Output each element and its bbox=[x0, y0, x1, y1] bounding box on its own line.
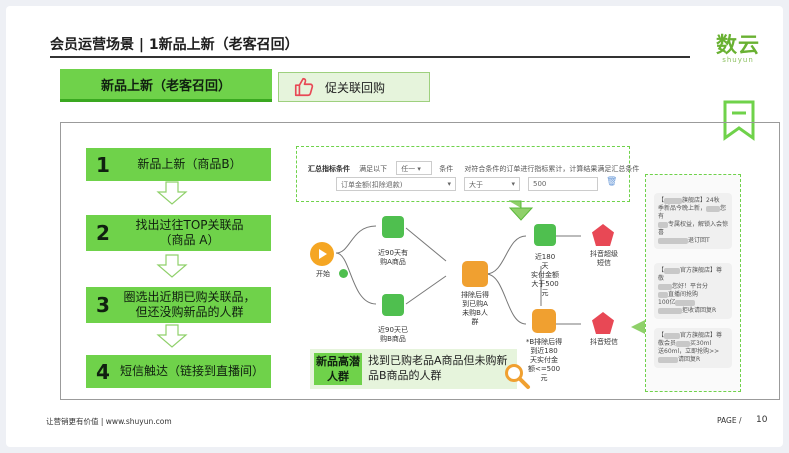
exclude-node-icon[interactable] bbox=[462, 261, 488, 287]
step-2: 2 找出过往TOP关联品 （商品 A） bbox=[86, 215, 271, 251]
value-input[interactable]: 500 bbox=[528, 177, 598, 191]
step-number: 4 bbox=[96, 359, 110, 384]
sms-message-1: 【旗舰店】24秋 季新品今晚上新， 您有 专属权益，解锁入会惊喜 退订回T bbox=[654, 193, 732, 249]
target-label: 新品高潜人群 bbox=[314, 353, 362, 385]
node-mid-label: 排除后得 到已购A 未购B人群 bbox=[461, 291, 489, 326]
play-icon bbox=[310, 242, 334, 266]
down-arrow-icon bbox=[156, 324, 188, 348]
tab-sub: 促关联回购 bbox=[278, 72, 430, 102]
condition-row: 汇总指标条件 满足以下 任一 ▾ 条件 对符合条件的订单进行指标累计，计算结果满… bbox=[308, 156, 639, 175]
field-select[interactable]: 订单金额(扣除退款) ▾ bbox=[336, 177, 456, 191]
tab-underline bbox=[60, 99, 272, 102]
step-number: 1 bbox=[96, 152, 110, 177]
title-underline bbox=[50, 56, 690, 58]
check-icon bbox=[339, 269, 348, 278]
condition-unit: 条件 bbox=[439, 165, 454, 173]
step-label: 新品上新（商品B） bbox=[137, 157, 242, 171]
start-label: 开始 bbox=[316, 270, 330, 278]
operator-select[interactable]: 大于 ▾ bbox=[464, 177, 520, 191]
filter-row: 订单金额(扣除退款) ▾ 大于 ▾ 500 🗑 bbox=[336, 177, 617, 191]
down-arrow-icon bbox=[156, 254, 188, 278]
logo-subtext: shuyun bbox=[722, 56, 754, 64]
node-a-label: 近90天有 购A商品 bbox=[378, 249, 408, 266]
step-label: 短信触达（链接到直播间） bbox=[120, 364, 265, 378]
footer-tagline: 让营销更有价值 | www.shuyun.com bbox=[46, 417, 172, 426]
node-b-icon[interactable] bbox=[382, 294, 404, 316]
condition-desc: 对符合条件的订单进行指标累计，计算结果满足汇总条件 bbox=[464, 165, 640, 173]
condition-label: 汇总指标条件 bbox=[308, 165, 350, 173]
condition-any-select[interactable]: 任一 ▾ bbox=[396, 161, 433, 175]
delete-icon[interactable]: 🗑 bbox=[606, 177, 617, 191]
step-label: 找出过往TOP关联品 （商品 A） bbox=[135, 218, 244, 247]
footer-page-label: PAGE / bbox=[717, 416, 742, 425]
step-4: 4 短信触达（链接到直播间） bbox=[86, 355, 271, 388]
node-c-icon[interactable] bbox=[534, 224, 556, 246]
logo-text: 数云 bbox=[716, 33, 760, 57]
logo: 数云 shuyun bbox=[708, 34, 768, 64]
sms-preview-panel: 【旗舰店】24秋 季新品今晚上新， 您有 专属权益，解锁入会惊喜 退订回T 【官方… bbox=[645, 174, 741, 392]
step-number: 2 bbox=[96, 221, 110, 245]
down-arrow-icon bbox=[156, 181, 188, 205]
step-label: 圈选出近期已购关联品， 但还没购新品的人群 bbox=[123, 290, 256, 319]
node-a-icon[interactable] bbox=[382, 216, 404, 238]
condition-mode: 满足以下 bbox=[359, 165, 388, 173]
footer-page-number: 10 bbox=[756, 415, 768, 425]
left-arrow-icon bbox=[631, 320, 645, 334]
magnifier-icon bbox=[505, 364, 530, 389]
douyin-label: 抖音短信 bbox=[590, 338, 618, 346]
step-1: 1 新品上新（商品B） bbox=[86, 148, 271, 181]
tab-main: 新品上新（老客召回） bbox=[60, 69, 272, 99]
node-c-label: 近180 天实付金额 大于500 元 bbox=[531, 253, 559, 297]
step-3: 3 圈选出近期已购关联品， 但还没购新品的人群 bbox=[86, 287, 271, 323]
slide: 会员运营场景 | 1新品上新（老客召回） 数云 shuyun 新品上新（老客召回… bbox=[6, 6, 783, 447]
node-b-label: 近90天已 购B商品 bbox=[378, 326, 408, 343]
sms-message-3: 【官方旗舰店】尊 敬会员 买30ml 送60ml，立即抢购>> 请回复R bbox=[654, 328, 732, 368]
target-text: 找到已购老品A商品但未购新品B商品的人群 bbox=[368, 354, 508, 382]
page-title: 会员运营场景 | 1新品上新（老客召回） bbox=[50, 37, 299, 53]
step-number: 3 bbox=[96, 293, 110, 317]
sms-label: 抖音超级 短信 bbox=[590, 250, 618, 267]
exclude-node-2-icon[interactable] bbox=[532, 309, 556, 333]
thumbs-up-icon bbox=[294, 77, 314, 97]
sms-message-2: 【官方旗舰店】尊敬 您好！平台分 直播间抢购 100亿 拒收请回复R bbox=[654, 263, 732, 319]
tab-sub-label: 促关联回购 bbox=[325, 80, 386, 95]
